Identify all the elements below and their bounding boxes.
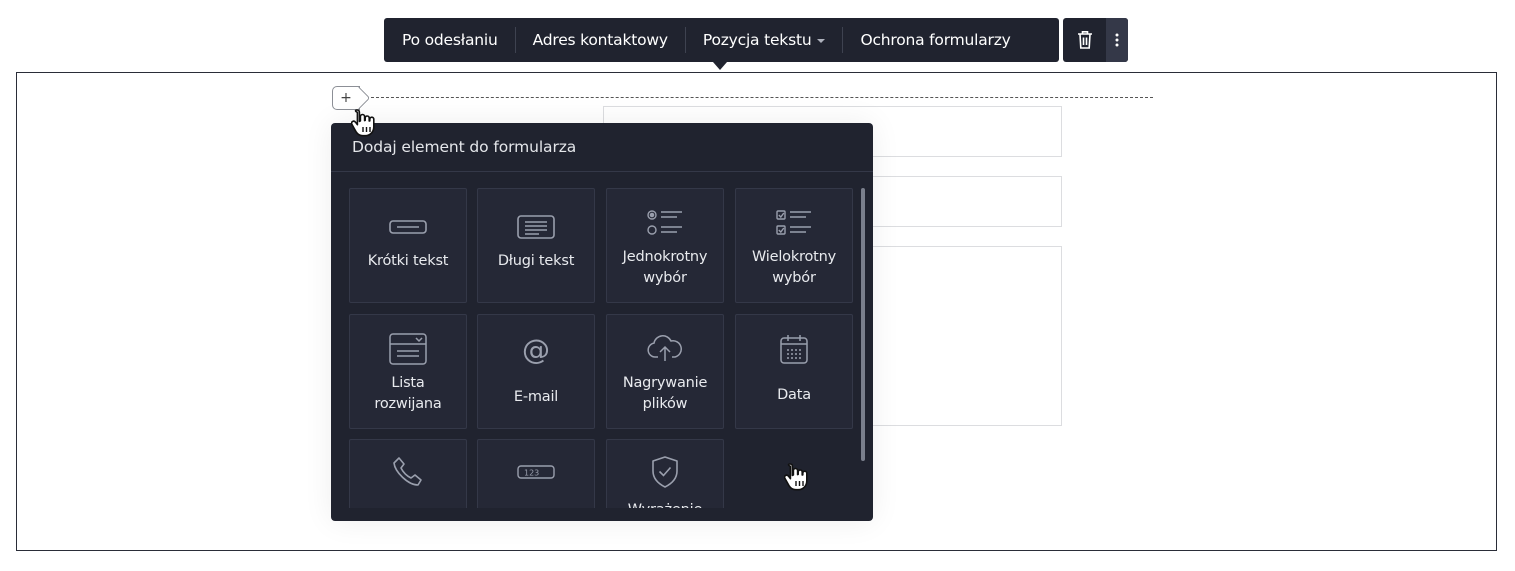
text-position-dropdown[interactable]: Pozycja tekstu (686, 18, 843, 62)
more-vertical-icon (1115, 33, 1119, 47)
tile-multiple-choice[interactable]: Wielokrotny wybór (735, 188, 853, 303)
tile-label: Nagrywanie plików (622, 375, 708, 412)
tile-label: Krótki tekst (367, 253, 449, 269)
form-protection-button[interactable]: Ochrona formularzy (843, 18, 1027, 62)
tile-label: E-mail (513, 389, 559, 405)
tile-email[interactable]: @ E-mail (477, 314, 595, 429)
text-position-label: Pozycja tekstu (702, 31, 812, 49)
tile-label: Wielokrotny wybór (751, 249, 837, 286)
form-protection-label: Ochrona formularzy (860, 31, 1011, 49)
number-field-icon: 123 (517, 452, 555, 492)
svg-text:123: 123 (524, 469, 539, 478)
panel-divider (331, 171, 873, 172)
long-text-icon (517, 207, 555, 247)
add-element-label: + (340, 90, 352, 106)
toolbar-pointer (713, 62, 727, 70)
contact-address-label: Adres kontaktowy (532, 31, 668, 49)
tile-number[interactable]: 123 (477, 439, 595, 508)
tile-dropdown-list[interactable]: Lista rozwijana (349, 314, 467, 429)
tile-label: Lista rozwijana (374, 375, 442, 412)
element-grid: Krótki tekst Długi tekst Jednokrotny wyb… (349, 188, 854, 508)
tile-date[interactable]: Data (735, 314, 853, 429)
tile-label: Data (777, 387, 811, 403)
cloud-upload-icon (646, 329, 684, 369)
insert-guide-line (361, 97, 1153, 98)
multiple-choice-icon (775, 203, 813, 243)
single-choice-icon (646, 203, 684, 243)
tile-consent[interactable]: Wyrażenie (606, 439, 724, 508)
add-element-button[interactable]: + (332, 86, 360, 110)
panel-scrollbar[interactable] (861, 188, 865, 461)
tile-phone[interactable] (349, 439, 467, 508)
more-options-button[interactable] (1106, 18, 1128, 62)
tile-label: Długi tekst (497, 253, 575, 269)
delete-button[interactable] (1063, 18, 1106, 62)
tile-file-upload[interactable]: Nagrywanie plików (606, 314, 724, 429)
calendar-icon (779, 329, 809, 369)
caret-down-icon (817, 39, 826, 43)
tile-single-choice[interactable]: Jednokrotny wybór (606, 188, 724, 303)
dropdown-list-icon (389, 329, 427, 369)
hand-cursor-icon (351, 109, 375, 137)
hand-cursor-icon (784, 463, 808, 491)
toolbar-actions (1063, 18, 1128, 62)
short-text-icon (389, 207, 427, 247)
tile-long-text[interactable]: Długi tekst (477, 188, 595, 303)
contact-address-button[interactable]: Adres kontaktowy (516, 18, 685, 62)
tile-short-text[interactable]: Krótki tekst (349, 188, 467, 303)
element-toolbar: Po odesłaniu Adres kontaktowy Pozycja te… (384, 18, 1059, 62)
after-submit-label: Po odesłaniu (402, 31, 498, 49)
phone-icon (391, 452, 425, 492)
trash-icon (1077, 31, 1092, 49)
after-submit-button[interactable]: Po odesłaniu (385, 18, 515, 62)
shield-check-icon (650, 452, 680, 492)
panel-title: Dodaj element do formularza (352, 138, 577, 156)
tile-label: Wyrażenie (624, 500, 706, 508)
tile-label: Jednokrotny wybór (622, 249, 708, 286)
at-sign-icon: @ (522, 332, 550, 366)
